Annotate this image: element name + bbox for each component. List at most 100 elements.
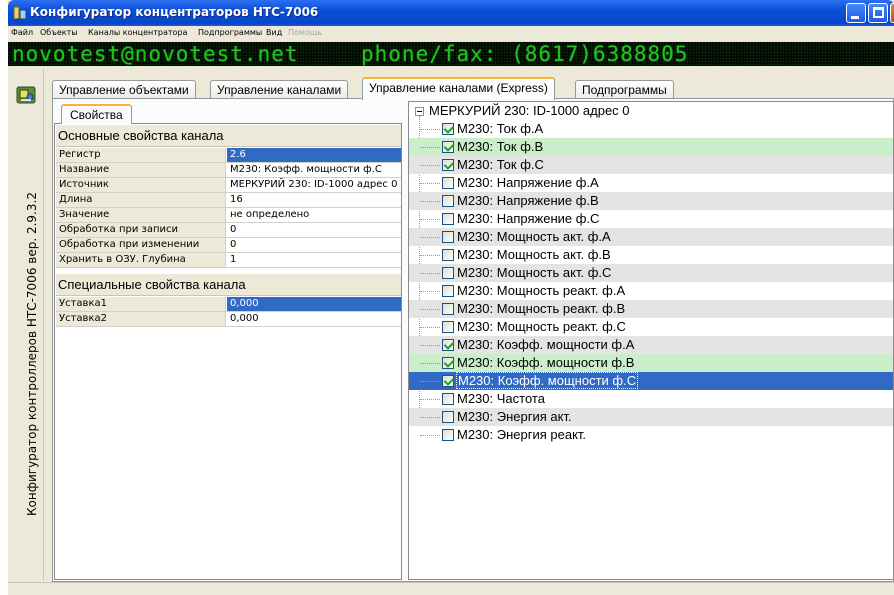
app-window: Конфигуратор концентраторов НТС-7006 Фай… [8,0,894,595]
tree-item-label: M230: Коэфф. мощности ф.C [455,372,639,389]
property-value[interactable]: М230: Коэфф. мощности ф.C [227,163,401,177]
basic-property-row[interactable]: Название М230: Коэфф. мощности ф.C [56,163,401,178]
menu-objects[interactable]: Объекты [40,28,78,37]
app-config-icon[interactable] [16,85,36,105]
tree-item[interactable]: M230: Напряжение ф.A [409,174,893,192]
collapse-icon[interactable] [415,107,424,116]
property-name: Значение [56,208,226,222]
tab-subprograms[interactable]: Подпрограммы [575,80,674,99]
tree-item[interactable]: M230: Ток ф.B [409,138,893,156]
tree-item-checkbox[interactable] [442,231,454,243]
tree-item-label: M230: Частота [457,391,545,406]
property-name: Обработка при записи [56,223,226,237]
menu-help[interactable]: Помощь [288,28,322,37]
basic-property-row[interactable]: Обработка при изменении 0 [56,238,401,253]
menu-subprograms[interactable]: Подпрограммы [198,28,262,37]
title-bar[interactable]: Конфигуратор концентраторов НТС-7006 [8,0,894,26]
close-button[interactable] [890,3,894,23]
tree-item-checkbox[interactable] [442,429,454,441]
property-value[interactable]: 0 [227,238,401,252]
tree-item-checkbox[interactable] [442,285,454,297]
special-property-row[interactable]: Уставка1 0,000 [56,297,401,312]
tree-item[interactable]: M230: Напряжение ф.C [409,210,893,228]
tree-item-label: M230: Ток ф.C [457,157,544,172]
tree-item-label: M230: Напряжение ф.C [457,211,600,226]
tab-objects[interactable]: Управление объектами [52,80,196,99]
tree-item[interactable]: M230: Ток ф.A [409,120,893,138]
special-section-header[interactable]: Специальные свойства канала [56,274,401,296]
tree-item-checkbox[interactable] [442,195,454,207]
menu-file[interactable]: Файл [11,28,33,37]
basic-property-row[interactable]: Обработка при записи 0 [56,223,401,238]
led-banner: novotest@novotest.net phone/fax: (8617)6… [8,42,894,66]
tree-item[interactable]: M230: Энергия акт. [409,408,893,426]
tree-item[interactable]: M230: Коэфф. мощности ф.C [409,372,893,390]
tree-item-checkbox[interactable] [442,393,454,405]
tree-item-label: M230: Ток ф.B [457,139,544,154]
tree-item[interactable]: M230: Мощность реакт. ф.C [409,318,893,336]
tree-item-checkbox[interactable] [442,213,454,225]
tree-item[interactable]: M230: Мощность акт. ф.A [409,228,893,246]
status-bar [8,582,894,595]
tree-item[interactable]: M230: Коэфф. мощности ф.A [409,336,893,354]
tree-item-label: M230: Энергия реакт. [457,427,587,442]
property-value[interactable]: 0,000 [227,312,401,326]
tree-item-checkbox[interactable] [442,123,454,135]
window-title: Конфигуратор концентраторов НТС-7006 [30,5,319,19]
tree-item-label: M230: Энергия акт. [457,409,572,424]
tree-item-checkbox[interactable] [442,177,454,189]
basic-property-row[interactable]: Источник МЕРКУРИЙ 230: ID-1000 адрес 0 [56,178,401,193]
tree-item-checkbox[interactable] [442,339,454,351]
basic-section-header[interactable]: Основные свойства канала [56,125,401,147]
property-name: Длина [56,193,226,207]
tree-item-checkbox[interactable] [442,411,454,423]
property-value[interactable]: 1 [227,253,401,267]
maximize-button[interactable] [868,3,888,23]
maximize-icon [873,7,884,18]
basic-property-row[interactable]: Регистр 2.6 [56,148,401,163]
property-value[interactable]: 2.6 [227,148,401,162]
tree-item[interactable]: M230: Мощность реакт. ф.A [409,282,893,300]
basic-property-row[interactable]: Хранить в ОЗУ. Глубина 1 [56,253,401,268]
tree-item[interactable]: M230: Мощность акт. ф.B [409,246,893,264]
tree-item-checkbox[interactable] [442,249,454,261]
tree-item-checkbox[interactable] [442,375,454,387]
special-property-row[interactable]: Уставка2 0,000 [56,312,401,327]
property-value[interactable]: МЕРКУРИЙ 230: ID-1000 адрес 0 [227,178,401,192]
tree-item[interactable]: M230: Энергия реакт. [409,426,893,444]
tree-item-checkbox[interactable] [442,357,454,369]
property-value[interactable]: 0,000 [227,297,401,311]
property-value[interactable]: 0 [227,223,401,237]
menu-view[interactable]: Вид [266,28,282,37]
tree-item[interactable]: M230: Частота [409,390,893,408]
banner-phone: phone/fax: (8617)6388805 [361,42,689,66]
tree-item[interactable]: M230: Ток ф.C [409,156,893,174]
tab-channels-express[interactable]: Управление каналами (Express) [362,77,555,100]
minimize-icon [851,16,859,19]
tab-properties[interactable]: Свойства [61,104,132,124]
tab-channels[interactable]: Управление каналами [210,80,349,99]
tree-item-checkbox[interactable] [442,159,454,171]
tree-connector [420,381,440,382]
tree-item-label: M230: Напряжение ф.B [457,193,599,208]
tree-item[interactable]: M230: Напряжение ф.B [409,192,893,210]
tree-root-label: МЕРКУРИЙ 230: ID-1000 адрес 0 [429,103,630,118]
tree-item[interactable]: M230: Мощность акт. ф.C [409,264,893,282]
basic-property-row[interactable]: Длина 16 [56,193,401,208]
tree-item-checkbox[interactable] [442,303,454,315]
channel-tree: МЕРКУРИЙ 230: ID-1000 адрес 0 M230: Ток … [408,101,894,580]
tree-item-checkbox[interactable] [442,141,454,153]
minimize-button[interactable] [846,3,866,23]
tree-item[interactable]: M230: Мощность реакт. ф.B [409,300,893,318]
tree-item-label: M230: Мощность акт. ф.C [457,265,612,280]
tree-connector [420,417,440,418]
tree-connector [420,363,440,364]
property-value[interactable]: 16 [227,193,401,207]
tree-item[interactable]: M230: Коэфф. мощности ф.B [409,354,893,372]
property-value[interactable]: не определено [227,208,401,222]
tree-item-checkbox[interactable] [442,321,454,333]
properties-panel: Свойства Основные свойства канала Регист… [54,101,404,580]
menu-hub-channels[interactable]: Каналы концентратора [88,28,187,37]
tree-item-checkbox[interactable] [442,267,454,279]
basic-property-row[interactable]: Значение не определено [56,208,401,223]
